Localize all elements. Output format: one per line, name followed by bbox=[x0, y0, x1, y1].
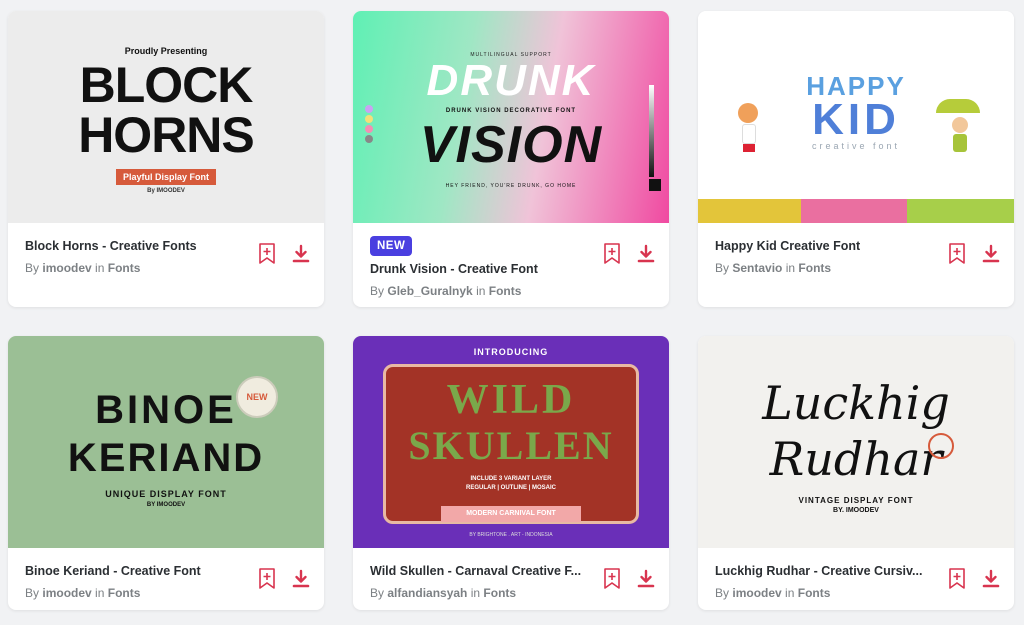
bookmark-add-icon[interactable] bbox=[258, 243, 276, 265]
byline-prefix: By bbox=[370, 284, 385, 298]
download-icon[interactable] bbox=[292, 243, 310, 265]
color-band bbox=[801, 199, 907, 223]
card-title[interactable]: Wild Skullen - Carnaval Creative F... bbox=[370, 564, 599, 578]
kid-girl-illustration bbox=[738, 103, 760, 155]
card-byline: By Gleb_Guralnyk in Fonts bbox=[370, 284, 599, 298]
preview-tag-text: Playful Display Font bbox=[122, 172, 209, 182]
preview-image[interactable]: Proudly Presenting BLOCK HORNS Playful D… bbox=[8, 11, 324, 223]
author-link[interactable]: alfandiansyah bbox=[387, 586, 467, 600]
byline-in: in bbox=[785, 261, 796, 275]
category-link[interactable]: Fonts bbox=[108, 261, 141, 275]
preview-credit: By IMOODEV bbox=[147, 188, 185, 194]
checker-block bbox=[649, 179, 661, 191]
card-title[interactable]: Happy Kid Creative Font bbox=[715, 239, 944, 253]
ribbon: MODERN CARNIVAL FONT bbox=[441, 506, 581, 522]
color-band bbox=[698, 199, 801, 223]
bookmark-add-icon[interactable] bbox=[603, 568, 621, 590]
category-link[interactable]: Fonts bbox=[108, 586, 141, 600]
preview-tag: UNIQUE DISPLAY FONT bbox=[105, 489, 227, 499]
preview-headline: DRUNK bbox=[426, 56, 596, 105]
author-link[interactable]: Sentavio bbox=[732, 261, 782, 275]
download-icon[interactable] bbox=[292, 568, 310, 590]
preview-subtitle: INCLUDE 3 VARIANT LAYER bbox=[470, 476, 552, 482]
author-link[interactable]: imoodev bbox=[42, 261, 91, 275]
category-link[interactable]: Fonts bbox=[798, 586, 831, 600]
card-title[interactable]: Drunk Vision - Creative Font bbox=[370, 262, 599, 276]
category-link[interactable]: Fonts bbox=[489, 284, 522, 298]
gradient-strip bbox=[649, 85, 654, 177]
preview-headline: HORNS bbox=[78, 107, 255, 163]
seal-text: NEW bbox=[246, 392, 268, 402]
preview-headline: VISION bbox=[419, 116, 603, 174]
preview-image[interactable]: INTRODUCING WILD SKULLEN INCLUDE 3 VARIA… bbox=[353, 336, 669, 548]
byline-prefix: By bbox=[370, 586, 385, 600]
preview-headline: BLOCK bbox=[79, 57, 254, 113]
author-link[interactable]: imoodev bbox=[42, 586, 91, 600]
font-card[interactable]: Proudly Presenting BLOCK HORNS Playful D… bbox=[8, 11, 324, 307]
preview-headline: SKULLEN bbox=[408, 423, 614, 468]
bookmark-add-icon[interactable] bbox=[603, 243, 621, 265]
preview-top-text: Proudly Presenting bbox=[124, 46, 208, 56]
card-byline: By imoodev in Fonts bbox=[715, 586, 944, 600]
preview-credit: BY IMOODEV bbox=[146, 502, 186, 508]
card-byline: By imoodev in Fonts bbox=[25, 586, 254, 600]
preview-bottom-text: HEY FRIEND, YOU'RE DRUNK, GO HOME bbox=[445, 183, 577, 189]
byline-in: in bbox=[95, 586, 105, 600]
card-title[interactable]: Luckhig Rudhar - Creative Cursiv... bbox=[715, 564, 944, 578]
byline-prefix: By bbox=[715, 586, 730, 600]
font-card[interactable]: INTRODUCING WILD SKULLEN INCLUDE 3 VARIA… bbox=[353, 336, 669, 610]
byline-prefix: By bbox=[25, 586, 40, 600]
preview-image[interactable]: BINOE KERIAND UNIQUE DISPLAY FONT BY IMO… bbox=[8, 336, 324, 548]
author-link[interactable]: Gleb_Guralnyk bbox=[387, 284, 472, 298]
preview-credit: BY BRIGHTONE . ART - INDONESIA bbox=[469, 532, 553, 538]
download-icon[interactable] bbox=[982, 568, 1000, 590]
preview-credit: BY. IMOODEV bbox=[833, 507, 879, 514]
byline-prefix: By bbox=[715, 261, 730, 275]
preview-image[interactable]: MULTILINGUAL SUPPORT DRUNK DRUNK VISION … bbox=[353, 11, 669, 223]
color-band bbox=[907, 199, 1014, 223]
byline-in: in bbox=[785, 586, 795, 600]
download-icon[interactable] bbox=[637, 568, 655, 590]
ribbon-text: MODERN CARNIVAL FONT bbox=[466, 510, 556, 517]
category-link[interactable]: Fonts bbox=[483, 586, 516, 600]
font-card[interactable]: BINOE KERIAND UNIQUE DISPLAY FONT BY IMO… bbox=[8, 336, 324, 610]
preview-tag: Playful Display Font bbox=[116, 169, 216, 185]
kid-boy-illustration bbox=[936, 99, 986, 159]
byline-in: in bbox=[470, 586, 481, 600]
preview-image[interactable]: HAPPY KID creative font bbox=[698, 11, 1014, 223]
card-title[interactable]: Binoe Keriand - Creative Font bbox=[25, 564, 254, 578]
new-seal: NEW bbox=[236, 376, 278, 418]
bookmark-add-icon[interactable] bbox=[948, 568, 966, 590]
byline-in: in bbox=[476, 284, 486, 298]
card-byline: By Sentavio in Fonts bbox=[715, 261, 944, 275]
preview-image[interactable]: Luckhig Rudhar VINTAGE DISPLAY FONT BY. … bbox=[698, 336, 1014, 548]
color-swatches bbox=[365, 105, 373, 145]
card-byline: By imoodev in Fonts bbox=[25, 261, 254, 275]
preview-headline: Rudhar bbox=[769, 432, 943, 486]
preview-headline: Luckhig bbox=[762, 376, 950, 430]
download-icon[interactable] bbox=[637, 243, 655, 265]
preview-top-text: INTRODUCING bbox=[473, 347, 549, 357]
category-link[interactable]: Fonts bbox=[798, 261, 831, 275]
font-card[interactable]: MULTILINGUAL SUPPORT DRUNK DRUNK VISION … bbox=[353, 11, 669, 307]
bookmark-add-icon[interactable] bbox=[948, 243, 966, 265]
font-card[interactable]: HAPPY KID creative font Happy Kid Creati… bbox=[698, 11, 1014, 307]
preview-tag: VINTAGE DISPLAY FONT bbox=[798, 496, 914, 505]
preview-headline: KERIAND bbox=[67, 436, 265, 480]
preview-subtitle: DRUNK VISION DECORATIVE FONT bbox=[445, 108, 577, 114]
download-icon[interactable] bbox=[982, 243, 1000, 265]
card-byline: By alfandiansyah in Fonts bbox=[370, 586, 599, 600]
author-link[interactable]: imoodev bbox=[732, 586, 781, 600]
new-badge: NEW bbox=[370, 236, 413, 256]
vintage-stamp bbox=[928, 433, 954, 459]
preview-subtitle: REGULAR | OUTLINE | MOSAIC bbox=[465, 485, 557, 491]
byline-in: in bbox=[95, 261, 105, 275]
font-card[interactable]: Luckhig Rudhar VINTAGE DISPLAY FONT BY. … bbox=[698, 336, 1014, 610]
card-title[interactable]: Block Horns - Creative Fonts bbox=[25, 239, 254, 253]
byline-prefix: By bbox=[25, 261, 40, 275]
bookmark-add-icon[interactable] bbox=[258, 568, 276, 590]
preview-headline: WILD bbox=[446, 377, 576, 423]
